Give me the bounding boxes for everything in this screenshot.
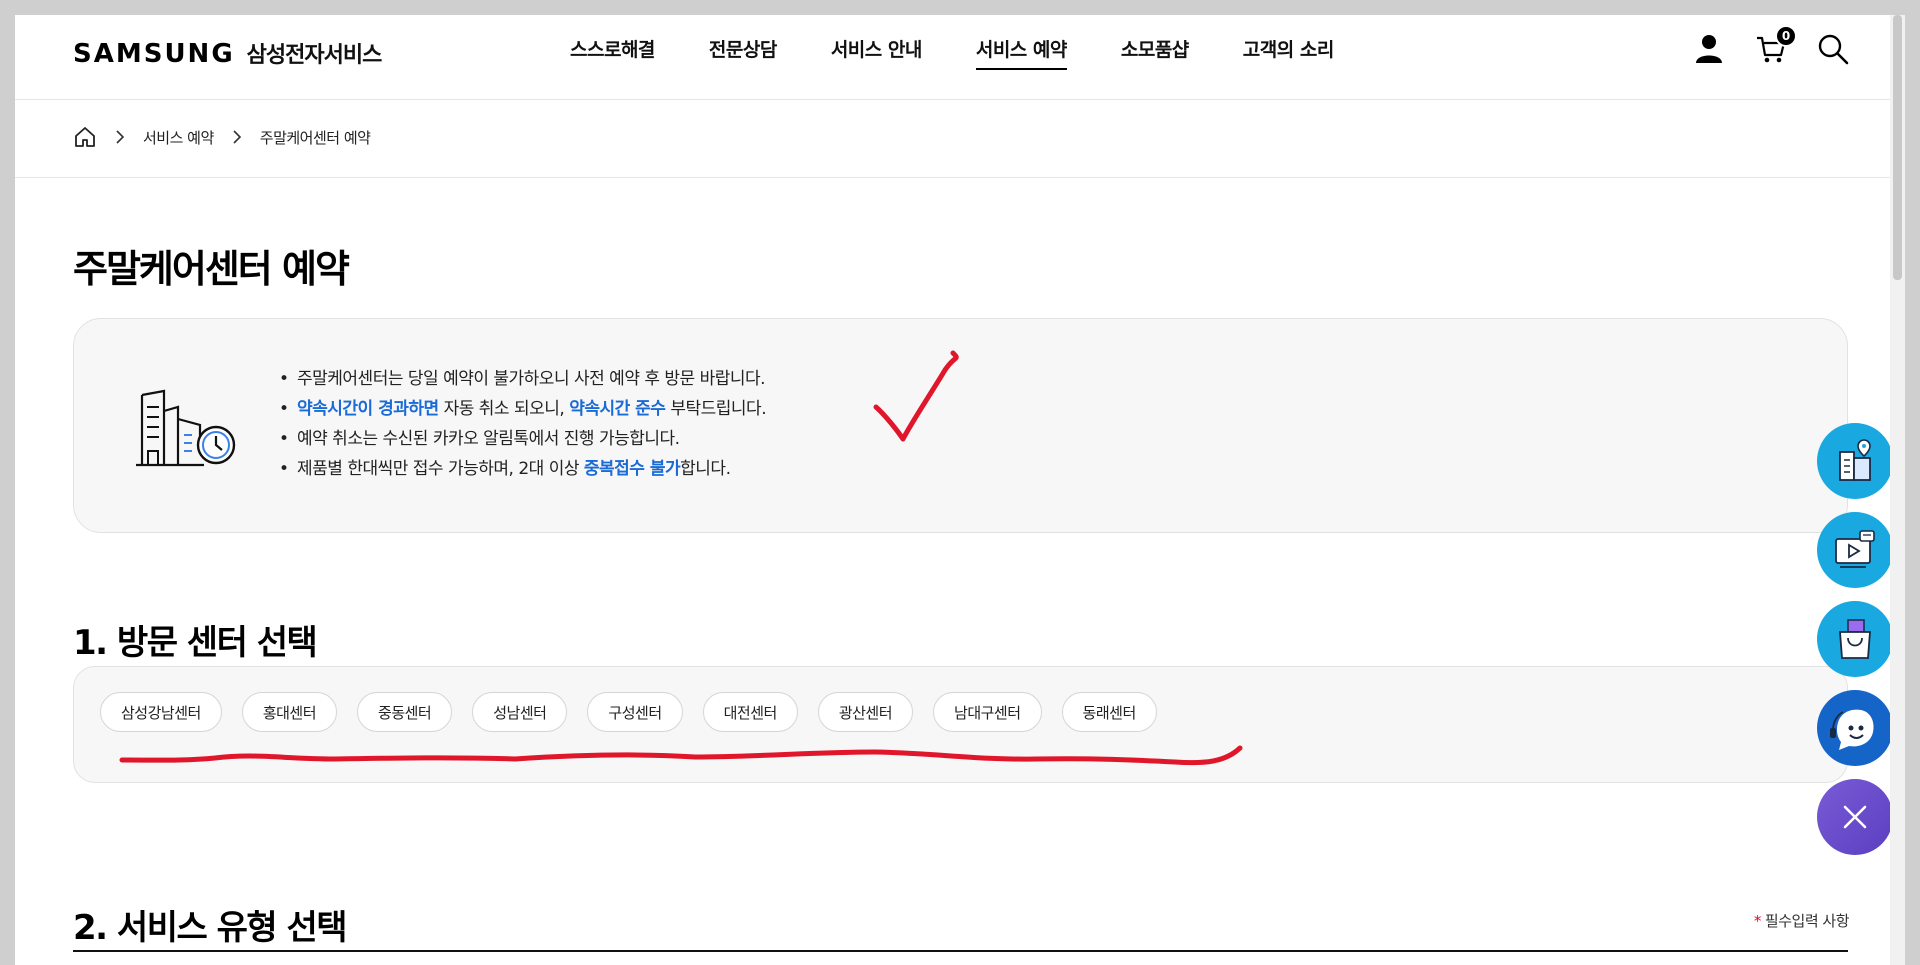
- center-chip-gwangsan[interactable]: 광산센터: [817, 692, 914, 732]
- nav-service-info[interactable]: 서비스 안내: [831, 35, 923, 70]
- notice-list: 주말케어센터는 당일 예약이 불가하오니 사전 예약 후 방문 바랍니다. 약속…: [279, 364, 767, 484]
- chatbot-button[interactable]: [1817, 690, 1893, 766]
- notice-box: 주말케어센터는 당일 예약이 불가하오니 사전 예약 후 방문 바랍니다. 약속…: [73, 318, 1848, 533]
- header-utilities: 0: [1693, 25, 1849, 65]
- video-consult-button[interactable]: [1817, 512, 1893, 588]
- search-button[interactable]: [1817, 33, 1849, 65]
- home-icon: [75, 127, 95, 147]
- cart-count-badge: 0: [1775, 25, 1797, 47]
- chevron-right-icon: [115, 130, 125, 144]
- scrollbar[interactable]: [1890, 15, 1905, 965]
- close-icon: [1843, 805, 1867, 829]
- building-location-icon: [1839, 439, 1871, 481]
- nav-customer-voice[interactable]: 고객의 소리: [1243, 35, 1335, 70]
- center-chip-namdaegu[interactable]: 남대구센터: [933, 692, 1042, 732]
- cart-button[interactable]: 0: [1755, 25, 1797, 65]
- user-button[interactable]: [1693, 33, 1725, 65]
- shopping-bag-icon: [1839, 619, 1871, 659]
- nav-self-solve[interactable]: 스스로해결: [570, 35, 655, 70]
- notice-item: 주말케어센터는 당일 예약이 불가하오니 사전 예약 후 방문 바랍니다.: [279, 364, 766, 394]
- video-chat-icon: [1835, 530, 1875, 568]
- center-locator-button[interactable]: [1817, 423, 1893, 499]
- section-title-center: 1. 방문 센터 선택: [73, 623, 318, 663]
- required-note: * 필수입력 사항: [1753, 912, 1850, 930]
- logo-samsung: SAMSUNG: [73, 39, 235, 69]
- required-star: *: [1753, 912, 1762, 930]
- center-chip-hongdae[interactable]: 홍대센터: [241, 692, 338, 732]
- notice-item: 제품별 한대씩만 접수 가능하며, 2대 이상 중복접수 불가합니다.: [279, 454, 766, 484]
- center-chip-seongnam[interactable]: 성남센터: [472, 692, 568, 732]
- user-icon: [1696, 35, 1722, 63]
- chevron-right-icon: [232, 130, 242, 144]
- page-title: 주말케어센터 예약: [73, 247, 350, 291]
- scroll-thumb[interactable]: [1893, 15, 1902, 280]
- search-icon: [1818, 34, 1849, 65]
- section-title-service-type: 2. 서비스 유형 선택: [73, 908, 348, 948]
- notice-item: 약속시간이 경과하면 자동 취소 되오니, 약속시간 준수 부탁드립니다.: [279, 394, 767, 424]
- nav-consult[interactable]: 전문상담: [709, 35, 777, 70]
- center-chip-guseong[interactable]: 구성센터: [587, 692, 683, 732]
- breadcrumb-reservation[interactable]: 서비스 예약: [143, 127, 214, 148]
- breadcrumb-weekend-care: 주말케어센터 예약: [259, 128, 371, 147]
- shop-button[interactable]: [1817, 601, 1893, 677]
- center-select-box: 삼성강남센터 홍대센터 중동센터 성남센터 구성센터 대전센터 광산센터 남대구…: [73, 666, 1848, 783]
- chatbot-icon: [1830, 709, 1874, 750]
- floating-menu: [1817, 423, 1893, 855]
- nav-reservation[interactable]: 서비스 예약: [975, 35, 1067, 70]
- home-button[interactable]: [73, 125, 97, 149]
- close-floating-button[interactable]: [1817, 779, 1893, 855]
- center-chip-dongrae[interactable]: 동래센터: [1061, 692, 1157, 732]
- building-clock-icon: [136, 389, 236, 467]
- page: SAMSUNG 삼성전자서비스 스스로해결 전문상담 서비스 안내 서비스 예약…: [15, 15, 1905, 965]
- notice-item: 예약 취소는 수신된 카카오 알림톡에서 진행 가능합니다.: [279, 424, 766, 454]
- center-chip-daejeon[interactable]: 대전센터: [702, 692, 798, 732]
- logo[interactable]: SAMSUNG 삼성전자서비스: [73, 37, 383, 69]
- center-chip-jungdong[interactable]: 중동센터: [357, 692, 453, 732]
- center-chip-gangnam[interactable]: 삼성강남센터: [100, 692, 222, 732]
- main-nav: 스스로해결 전문상담 서비스 안내 서비스 예약 소모품샵 고객의 소리: [570, 35, 1388, 70]
- header: SAMSUNG 삼성전자서비스 스스로해결 전문상담 서비스 안내 서비스 예약…: [15, 15, 1905, 100]
- logo-subtitle: 삼성전자서비스: [246, 43, 383, 68]
- center-list: 삼성강남센터 홍대센터 중동센터 성남센터 구성센터 대전센터 광산센터 남대구…: [100, 692, 1157, 732]
- breadcrumb: 서비스 예약 주말케어센터 예약: [73, 125, 371, 149]
- nav-parts-shop[interactable]: 소모품샵: [1121, 35, 1189, 70]
- divider: [15, 177, 1905, 178]
- divider: [73, 950, 1848, 952]
